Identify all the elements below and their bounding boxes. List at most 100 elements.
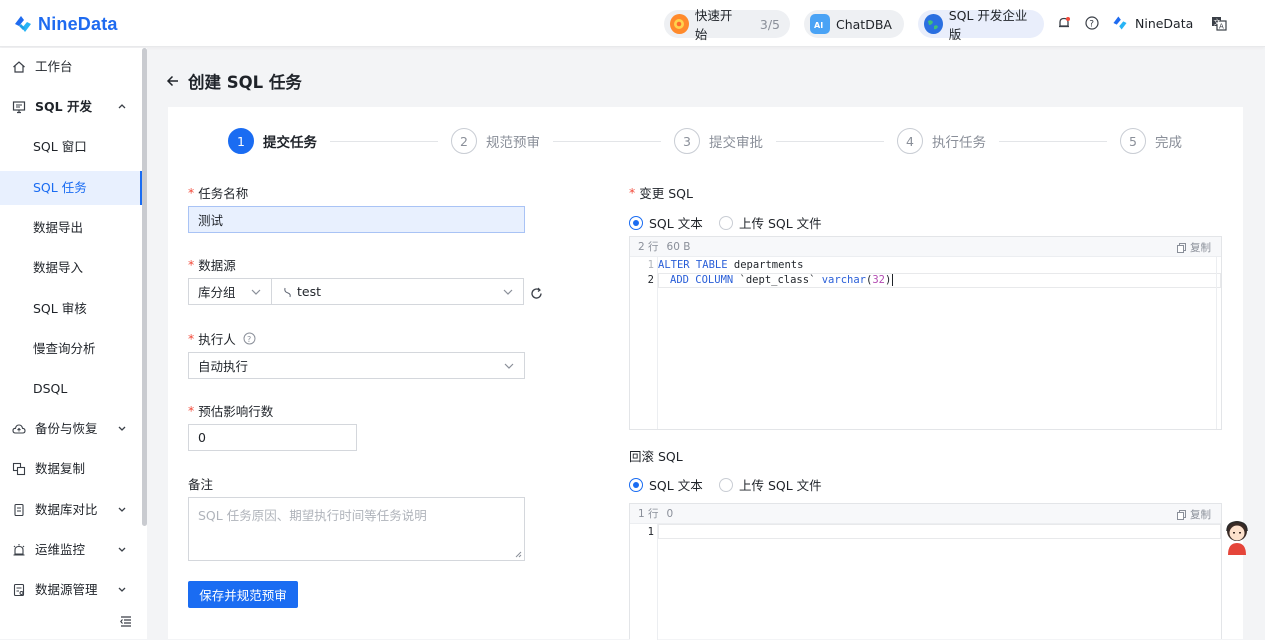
code-line-1: ALTER TABLE departments bbox=[658, 259, 804, 271]
change-sql-option-upload[interactable]: 上传 SQL 文件 bbox=[719, 213, 822, 232]
sidebar-item-data-import[interactable]: 数据导入 bbox=[0, 251, 142, 285]
chevron-down-icon bbox=[251, 289, 261, 295]
monitor-icon bbox=[12, 101, 26, 114]
ninedata-logo-icon bbox=[15, 16, 31, 32]
step-label: 执行任务 bbox=[932, 135, 986, 151]
executor-label: * 执行人 ? bbox=[188, 329, 256, 348]
sidebar-item-label: 慢查询分析 bbox=[33, 341, 96, 356]
step-label: 提交审批 bbox=[709, 135, 763, 151]
step-number: 4 bbox=[897, 128, 923, 154]
edition-button[interactable]: SQL 开发企业版 bbox=[918, 8, 1044, 42]
sidebar-item-label: SQL 开发 bbox=[35, 99, 92, 114]
support-avatar-icon[interactable] bbox=[1221, 517, 1253, 557]
sidebar-item-sql-review[interactable]: SQL 审核 bbox=[0, 292, 142, 326]
radio-checked[interactable] bbox=[629, 215, 643, 230]
sidebar-item-monitoring[interactable]: 运维监控 bbox=[0, 533, 142, 567]
step-label: 规范预审 bbox=[486, 135, 540, 151]
chevron-down-icon bbox=[118, 507, 126, 512]
sidebar-item-replication[interactable]: 数据复制 bbox=[0, 452, 142, 486]
rollback-sql-option-text[interactable]: SQL 文本 bbox=[629, 475, 703, 494]
sidebar-item-workbench[interactable]: 工作台 bbox=[0, 50, 142, 84]
sidebar-item-datasource[interactable]: 数据源管理 bbox=[0, 573, 142, 607]
option-label: SQL 文本 bbox=[649, 216, 703, 231]
sidebar-item-slow-query[interactable]: 慢查询分析 bbox=[0, 332, 142, 366]
chatdba-label: ChatDBA bbox=[836, 16, 892, 32]
change-sql-option-text[interactable]: SQL 文本 bbox=[629, 213, 703, 232]
step-number: 5 bbox=[1120, 128, 1146, 154]
line-gutter: 1 bbox=[630, 524, 658, 640]
editor-scrollbar[interactable] bbox=[1216, 257, 1217, 429]
resize-handle-icon[interactable] bbox=[515, 551, 522, 558]
copy-icon bbox=[1177, 509, 1186, 520]
translate-icon[interactable]: 文A bbox=[1211, 15, 1227, 31]
change-sql-editor[interactable]: 2 行 60 B 复制 1 2 ALTER TABLE departments … bbox=[629, 236, 1222, 430]
datasource-select[interactable]: test bbox=[271, 278, 524, 305]
sidebar-item-sql-dev[interactable]: SQL 开发 bbox=[0, 90, 142, 124]
sidebar-item-data-export[interactable]: 数据导出 bbox=[0, 211, 142, 245]
radio-unchecked[interactable] bbox=[719, 215, 733, 230]
ninedata-logo-icon bbox=[1113, 16, 1127, 30]
sidebar-item-label: 运维监控 bbox=[35, 542, 86, 557]
task-name-input[interactable]: 测试 bbox=[188, 206, 525, 233]
line-number: 1 bbox=[647, 259, 654, 271]
sidebar-item-backup[interactable]: 备份与恢复 bbox=[0, 412, 142, 446]
user-menu[interactable]: NineData bbox=[1111, 14, 1193, 32]
text-cursor bbox=[892, 274, 894, 286]
copy-icon bbox=[1177, 242, 1186, 253]
step-execute: 4 执行任务 bbox=[897, 128, 986, 154]
chevron-down-icon bbox=[504, 363, 514, 369]
rollback-sql-option-upload[interactable]: 上传 SQL 文件 bbox=[719, 475, 822, 494]
sidebar-item-sql-window[interactable]: SQL 窗口 bbox=[0, 130, 142, 164]
rollback-sql-editor[interactable]: 1 行 0 复制 1 bbox=[629, 503, 1222, 640]
back-arrow-icon[interactable] bbox=[166, 74, 180, 88]
logo[interactable]: NineData bbox=[12, 11, 118, 37]
copy-button[interactable]: 复制 bbox=[1177, 507, 1211, 522]
option-label: 上传 SQL 文件 bbox=[739, 478, 822, 493]
sidebar-item-label: 数据复制 bbox=[35, 461, 86, 476]
sidebar-item-label: 工作台 bbox=[35, 59, 73, 74]
sidebar-item-label: DSQL bbox=[33, 381, 68, 396]
datasource-select-value: test bbox=[297, 284, 322, 299]
info-icon[interactable]: ? bbox=[243, 332, 256, 345]
chatdba-button[interactable]: AI ChatDBA bbox=[804, 10, 904, 38]
collapse-sidebar-icon[interactable] bbox=[119, 614, 133, 628]
sidebar-scrollbar[interactable] bbox=[142, 48, 147, 526]
line-number: 1 bbox=[647, 526, 654, 538]
option-label: 上传 SQL 文件 bbox=[739, 216, 822, 231]
line-count: 1 行 bbox=[638, 508, 659, 520]
sidebar-item-label: SQL 窗口 bbox=[33, 139, 87, 154]
quickstart-button[interactable]: 快速开始 3/5 bbox=[664, 8, 790, 42]
step-connector bbox=[776, 141, 884, 142]
alarm-icon bbox=[13, 544, 25, 556]
rows-input[interactable]: 0 bbox=[188, 424, 357, 451]
task-name-value: 测试 bbox=[198, 213, 224, 228]
group-select-value: 库分组 bbox=[198, 285, 236, 300]
user-label: NineData bbox=[1135, 15, 1194, 31]
radio-checked[interactable] bbox=[629, 477, 643, 492]
notification-bell-icon[interactable] bbox=[1057, 16, 1071, 30]
step-connector bbox=[330, 141, 438, 142]
database-compare-icon bbox=[14, 503, 24, 517]
step-label: 提交任务 bbox=[263, 135, 317, 151]
datasource-icon bbox=[13, 583, 25, 597]
sidebar-item-dsql[interactable]: DSQL bbox=[0, 372, 142, 406]
task-form-card: 1 提交任务 2 规范预审 3 提交审批 4 执行任务 5 完成 * 任务名称 测… bbox=[168, 107, 1243, 640]
copy-label: 复制 bbox=[1190, 242, 1211, 254]
copy-button[interactable]: 复制 bbox=[1177, 240, 1211, 255]
sidebar-item-label: 备份与恢复 bbox=[35, 421, 98, 436]
remark-textarea[interactable]: SQL 任务原因、期望执行时间等任务说明 bbox=[188, 497, 525, 561]
help-icon[interactable]: ? bbox=[1085, 16, 1099, 30]
executor-select[interactable]: 自动执行 bbox=[188, 352, 525, 379]
step-number: 2 bbox=[451, 128, 477, 154]
rollback-sql-label: 回滚 SQL bbox=[629, 449, 683, 464]
save-and-precheck-button[interactable]: 保存并规范预审 bbox=[188, 581, 298, 608]
radio-unchecked[interactable] bbox=[719, 477, 733, 492]
sidebar-item-compare[interactable]: 数据库对比 bbox=[0, 493, 142, 527]
step-connector bbox=[553, 141, 661, 142]
option-label: SQL 文本 bbox=[649, 478, 703, 493]
svg-text:?: ? bbox=[247, 335, 251, 344]
refresh-icon[interactable] bbox=[530, 287, 543, 300]
datasource-group-select[interactable]: 库分组 bbox=[188, 278, 272, 305]
sidebar-item-sql-task[interactable]: SQL 任务 bbox=[0, 171, 142, 205]
copy-data-icon bbox=[12, 462, 26, 476]
